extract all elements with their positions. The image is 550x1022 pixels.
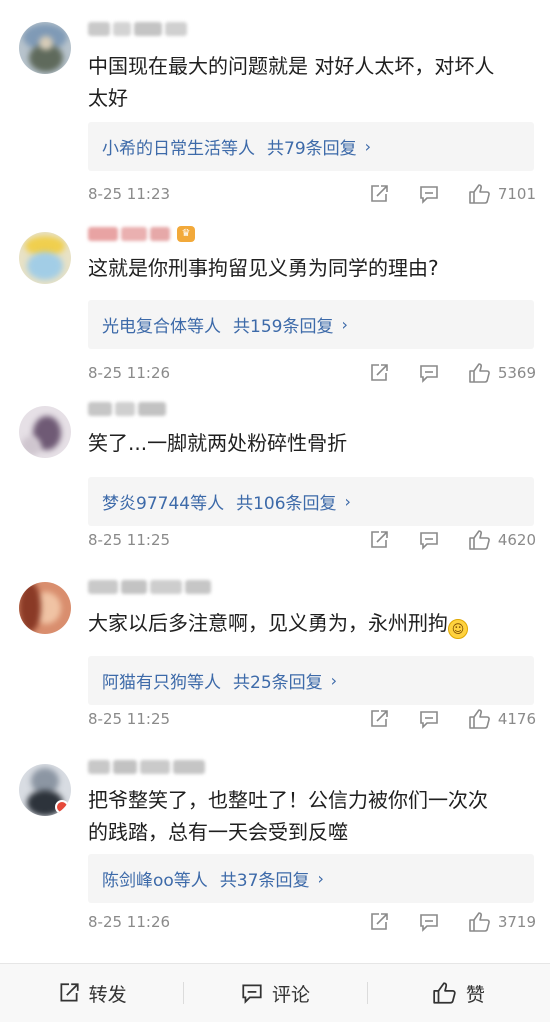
comment-meta: 8-25 11:26 3719 bbox=[88, 910, 536, 934]
reply-count: 共37条回复 bbox=[219, 871, 310, 891]
username-blurred[interactable] bbox=[88, 400, 166, 418]
username-blurred[interactable] bbox=[88, 578, 211, 596]
repost-button[interactable] bbox=[368, 183, 390, 205]
avatar[interactable] bbox=[19, 232, 71, 284]
comment-icon bbox=[420, 186, 438, 204]
like-label: 赞 bbox=[465, 983, 485, 1006]
chevron-right-icon: › bbox=[317, 869, 324, 888]
reply-count: 共25条回复 bbox=[233, 673, 323, 693]
like-button[interactable]: 7101 bbox=[468, 183, 536, 205]
thumbs-up-icon bbox=[469, 363, 490, 383]
comment-icon bbox=[420, 365, 438, 383]
thumbs-up-icon bbox=[469, 184, 490, 204]
username-blurred[interactable]: ♛ bbox=[88, 225, 195, 243]
reply-users: 陈剑峰oo等人 bbox=[102, 871, 208, 891]
comment-meta: 8-25 11:25 4176 bbox=[88, 707, 536, 731]
share-icon bbox=[371, 531, 388, 548]
bottom-action-bar: 转发 评论 赞 bbox=[0, 963, 550, 1022]
like-count: 4620 bbox=[497, 531, 536, 549]
comment-icon bbox=[420, 914, 438, 932]
chevron-right-icon: › bbox=[341, 315, 348, 334]
comment-text: 笑了...一脚就两处粉碎性骨折 bbox=[88, 431, 348, 455]
share-icon bbox=[371, 913, 388, 930]
like-button[interactable]: 4620 bbox=[468, 529, 536, 551]
username-blurred[interactable] bbox=[88, 758, 205, 776]
comment-item: 大家以后多注意啊，见义勇为，永州刑拘 ☺ 阿猫有只狗等人 共25条回复 › 8-2… bbox=[0, 568, 550, 744]
username-blurred[interactable] bbox=[88, 20, 187, 38]
like-button[interactable]: 5369 bbox=[468, 362, 536, 384]
comment-time: 8-25 11:26 bbox=[88, 364, 171, 382]
comment-text: 这就是你刑事拘留见义勇为同学的理由? bbox=[88, 256, 439, 280]
repost-button[interactable] bbox=[368, 708, 390, 730]
reply-count: 共106条回复 bbox=[236, 494, 337, 514]
reply-button[interactable] bbox=[418, 708, 440, 730]
comment-meta: 8-25 11:26 5369 bbox=[88, 361, 536, 385]
like-count: 7101 bbox=[497, 185, 536, 203]
reply-users: 阿猫有只狗等人 bbox=[102, 673, 221, 693]
comment-time: 8-25 11:25 bbox=[88, 531, 171, 549]
comment-icon bbox=[420, 711, 438, 729]
share-icon bbox=[371, 364, 388, 381]
avatar[interactable] bbox=[19, 764, 71, 816]
thumbs-up-icon bbox=[469, 709, 490, 729]
like-button[interactable]: 3719 bbox=[468, 911, 536, 933]
avatar[interactable] bbox=[19, 406, 71, 458]
comment-list: 中国现在最大的问题就是 对好人太坏，对坏人太好 小希的日常生活等人 共79条回复… bbox=[0, 0, 550, 963]
reply-summary-button[interactable]: 光电复合体等人 共159条回复 › bbox=[88, 300, 534, 349]
avatar[interactable] bbox=[19, 22, 71, 74]
repost-label: 转发 bbox=[88, 983, 127, 1006]
thumbs-up-icon bbox=[469, 530, 490, 550]
reply-count: 共79条回复 bbox=[267, 139, 357, 159]
like-count: 3719 bbox=[497, 913, 536, 931]
thumbs-up-icon bbox=[433, 982, 456, 1004]
reply-users: 光电复合体等人 bbox=[102, 317, 221, 337]
comment-icon bbox=[242, 984, 262, 1004]
share-icon bbox=[371, 185, 388, 202]
comment-meta: 8-25 11:23 7101 bbox=[88, 182, 536, 206]
chevron-right-icon: › bbox=[364, 137, 372, 156]
reply-button[interactable] bbox=[418, 529, 440, 551]
like-count: 5369 bbox=[497, 364, 536, 382]
comment-tab-button[interactable]: 评论 bbox=[183, 964, 366, 1022]
comment-label: 评论 bbox=[271, 983, 310, 1006]
comment-item: 中国现在最大的问题就是 对好人太坏，对坏人太好 小希的日常生活等人 共79条回复… bbox=[0, 0, 550, 210]
chevron-right-icon: › bbox=[330, 671, 338, 690]
avatar[interactable] bbox=[19, 582, 71, 634]
comment-text: 中国现在最大的问题就是 对好人太坏，对坏人太好 bbox=[88, 54, 495, 110]
reply-button[interactable] bbox=[418, 911, 440, 933]
comment-meta: 8-25 11:25 4620 bbox=[88, 528, 536, 552]
share-icon bbox=[60, 983, 79, 1002]
repost-button[interactable] bbox=[368, 362, 390, 384]
comment-text-body: 大家以后多注意啊，见义勇为，永州刑拘 bbox=[88, 611, 448, 635]
reply-button[interactable] bbox=[418, 362, 440, 384]
thumbs-up-icon bbox=[469, 912, 490, 932]
reply-count: 共159条回复 bbox=[233, 317, 334, 337]
repost-tab-button[interactable]: 转发 bbox=[0, 964, 183, 1022]
comment-item: ♛ 这就是你刑事拘留见义勇为同学的理由? 光电复合体等人 共159条回复 › 8… bbox=[0, 210, 550, 390]
reply-users: 小希的日常生活等人 bbox=[102, 139, 255, 159]
comment-time: 8-25 11:26 bbox=[88, 913, 171, 931]
share-icon bbox=[371, 710, 388, 727]
reply-summary-button[interactable]: 阿猫有只狗等人 共25条回复 › bbox=[88, 656, 534, 705]
like-tab-button[interactable]: 赞 bbox=[366, 964, 550, 1022]
comment-text: 大家以后多注意啊，见义勇为，永州刑拘 ☺ bbox=[88, 607, 502, 639]
vip-badge-icon: ♛ bbox=[177, 226, 195, 242]
reply-users: 梦炎97744等人 bbox=[102, 494, 225, 514]
comment-item: 把爷整笑了，也整吐了！公信力被你们一次次的践踏，总有一天会受到反噬 陈剑峰oo等… bbox=[0, 744, 550, 963]
grin-sweat-emoji-icon: ☺ bbox=[448, 619, 468, 639]
comment-item: 笑了...一脚就两处粉碎性骨折 梦炎97744等人 共106条回复 › 8-25… bbox=[0, 390, 550, 568]
comment-time: 8-25 11:23 bbox=[88, 185, 171, 203]
repost-button[interactable] bbox=[368, 911, 390, 933]
comment-icon bbox=[420, 532, 438, 550]
like-count: 4176 bbox=[497, 710, 536, 728]
comment-time: 8-25 11:25 bbox=[88, 710, 171, 728]
chevron-right-icon: › bbox=[344, 492, 351, 511]
comment-text: 把爷整笑了，也整吐了！公信力被你们一次次的践踏，总有一天会受到反噬 bbox=[88, 788, 488, 844]
reply-summary-button[interactable]: 梦炎97744等人 共106条回复 › bbox=[88, 477, 534, 526]
like-button[interactable]: 4176 bbox=[468, 708, 536, 730]
reply-summary-button[interactable]: 小希的日常生活等人 共79条回复 › bbox=[88, 122, 534, 171]
reply-summary-button[interactable]: 陈剑峰oo等人 共37条回复 › bbox=[88, 854, 534, 903]
repost-button[interactable] bbox=[368, 529, 390, 551]
reply-button[interactable] bbox=[418, 183, 440, 205]
